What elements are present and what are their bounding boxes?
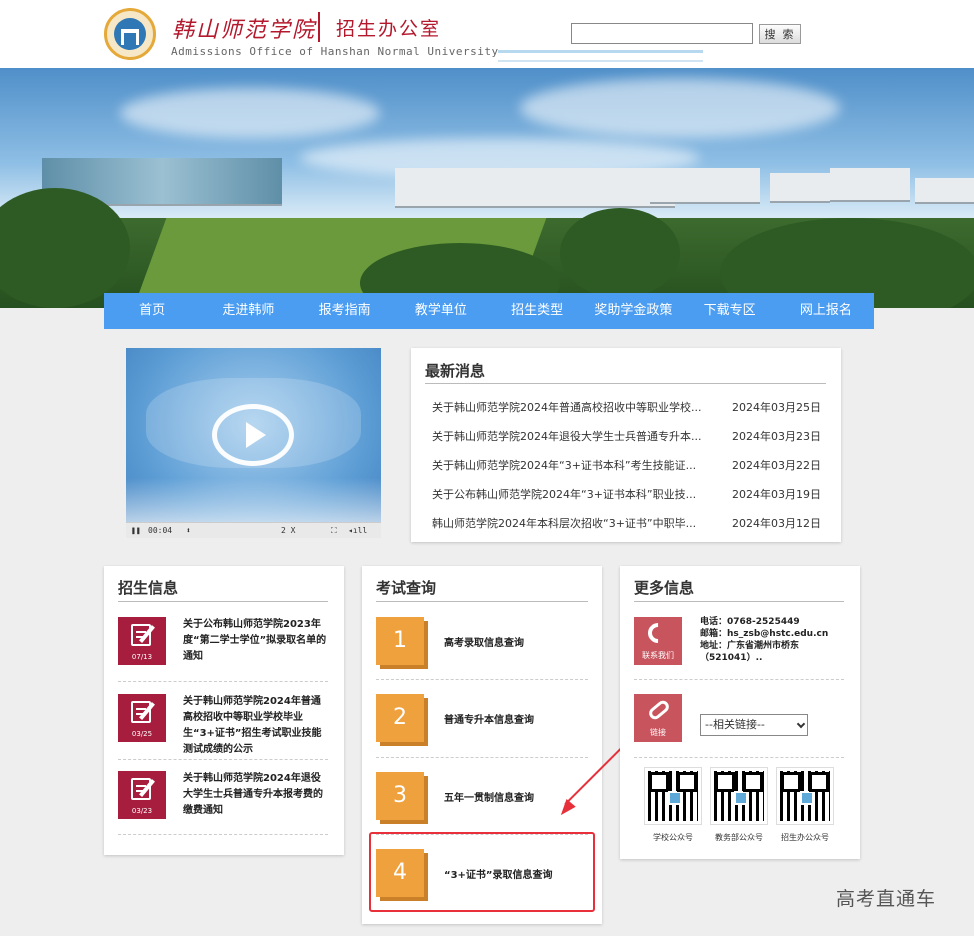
main-nav: 首页 走进韩师 报考指南 教学单位 招生类型 奖助学金政策 下载专区 网上报名 xyxy=(104,293,874,329)
video-time: 00:04 xyxy=(148,526,173,535)
chevron-down-icon xyxy=(796,719,806,729)
nav-online-registration[interactable]: 网上报名 xyxy=(778,293,874,329)
nav-scholarships[interactable]: 奖助学金政策 xyxy=(585,293,681,329)
nav-about[interactable]: 走进韩师 xyxy=(200,293,296,329)
qr-code-academic xyxy=(710,767,768,825)
qr-code-admissions xyxy=(776,767,834,825)
item-divider xyxy=(118,834,328,835)
logo-divider xyxy=(318,12,320,42)
news-item[interactable]: 关于韩山师范学院2024年退役大学生士兵普通专升本... 2024年03月23日 xyxy=(432,426,821,446)
item-divider xyxy=(376,679,588,680)
news-item[interactable]: 关于韩山师范学院2024年普通高校招收中等职业学校... 2024年03月25日 xyxy=(432,397,821,417)
search-button[interactable]: 搜 索 xyxy=(759,24,801,44)
nav-home[interactable]: 首页 xyxy=(104,293,200,329)
item-divider xyxy=(634,679,844,680)
playback-speed[interactable]: 2 X xyxy=(281,526,295,535)
admissions-item[interactable]: 03/23 关于韩山师范学院2024年退役大学生士兵普通专升本报考费的缴费通知 xyxy=(118,771,328,843)
nav-guide[interactable]: 报考指南 xyxy=(297,293,393,329)
panel-divider xyxy=(376,601,588,602)
admissions-info-title: 招生信息 xyxy=(118,579,179,597)
university-name-cn: 韩山师范学院 xyxy=(172,18,317,43)
admissions-item[interactable]: 07/13 关于公布韩山师范学院2023年度“第二学士学位”拟录取名单的通知 xyxy=(118,617,328,689)
pause-icon[interactable]: ❚❚ xyxy=(131,526,141,535)
header-decor-line xyxy=(498,50,703,53)
news-item[interactable]: 韩山师范学院2024年本科层次招收“3+证书”中职毕... 2024年03月12日 xyxy=(432,513,821,533)
campus-banner-image xyxy=(0,68,974,308)
nav-downloads[interactable]: 下载专区 xyxy=(682,293,778,329)
office-name: 招生办公室 xyxy=(336,18,442,40)
contact-phone: 电话：0768-2525449 xyxy=(700,617,800,627)
office-name-en: Admissions Office of Hanshan Normal Univ… xyxy=(171,45,499,58)
watermark-text: 高考直通车 xyxy=(836,888,937,910)
panel-divider xyxy=(425,383,826,384)
panel-divider xyxy=(118,601,328,602)
exam-query-3plus-certificate[interactable]: 4 “3+证书”录取信息查询 xyxy=(376,849,588,909)
panel-divider xyxy=(634,601,844,602)
qr-caption: 教务部公众号 xyxy=(715,833,763,842)
volume-icon[interactable]: ◂ıll xyxy=(348,526,367,535)
exam-query-title: 考试查询 xyxy=(376,579,437,597)
exam-query-gaokao[interactable]: 1 高考录取信息查询 xyxy=(376,617,588,677)
nav-departments[interactable]: 教学单位 xyxy=(393,293,489,329)
news-item[interactable]: 关于韩山师范学院2024年“3+证书本科”考生技能证... 2024年03月22日 xyxy=(432,455,821,475)
link-icon xyxy=(646,698,672,722)
admissions-item[interactable]: 03/25 关于韩山师范学院2024年普通高校招收中等职业学校毕业生“3+证书”… xyxy=(118,694,328,766)
play-icon[interactable] xyxy=(246,422,266,448)
fullscreen-icon[interactable]: ⛶ xyxy=(331,526,337,536)
item-divider xyxy=(118,681,328,682)
exam-query-zhuanshengben[interactable]: 2 普通专升本信息查询 xyxy=(376,694,588,754)
more-info-title: 更多信息 xyxy=(634,579,695,597)
contact-us-button[interactable]: 联系我们 xyxy=(634,617,682,665)
seek-handle[interactable]: ⬍ xyxy=(186,526,191,535)
contact-address: 地址：广东省潮州市桥东（521041）.. xyxy=(700,641,800,663)
header-decor-line xyxy=(498,60,703,62)
contact-details: 电话：0768-2525449 邮箱：hs_zsb@hstc.edu.cn 地址… xyxy=(700,616,850,664)
document-edit-icon: 03/25 xyxy=(118,694,166,742)
latest-news-title: 最新消息 xyxy=(425,362,486,380)
latest-news-panel: 最新消息 关于韩山师范学院2024年普通高校招收中等职业学校... 2024年03… xyxy=(411,348,841,542)
item-divider xyxy=(634,757,844,758)
qr-caption: 学校公众号 xyxy=(653,833,693,842)
document-edit-icon: 03/23 xyxy=(118,771,166,819)
related-links-select[interactable]: --相关链接-- xyxy=(700,714,808,736)
search-input[interactable] xyxy=(571,23,753,44)
exam-query-panel: 考试查询 1 高考录取信息查询 2 普通专升本信息查询 3 五年一贯制信息查询 4 “3… xyxy=(362,566,602,924)
qr-code-school xyxy=(644,767,702,825)
nav-admission-types[interactable]: 招生类型 xyxy=(489,293,585,329)
qr-caption: 招生办公众号 xyxy=(781,833,829,842)
item-divider xyxy=(376,757,588,758)
more-info-panel: 更多信息 联系我们 电话：0768-2525449 邮箱：hs_zsb@hstc… xyxy=(620,566,860,859)
item-divider xyxy=(376,834,588,835)
university-seal-logo[interactable] xyxy=(104,8,156,60)
news-item[interactable]: 关于公布韩山师范学院2024年“3+证书本科”职业技... 2024年03月19日 xyxy=(432,484,821,504)
exam-query-five-year[interactable]: 3 五年一贯制信息查询 xyxy=(376,772,588,832)
links-button[interactable]: 链接 xyxy=(634,694,682,742)
site-header: 韩山师范学院 招生办公室 Admissions Office of Hansha… xyxy=(0,0,974,68)
item-divider xyxy=(118,759,328,760)
video-player[interactable] xyxy=(126,348,381,538)
contact-email: 邮箱：hs_zsb@hstc.edu.cn xyxy=(700,629,829,639)
admissions-info-panel: 招生信息 07/13 关于公布韩山师范学院2023年度“第二学士学位”拟录取名单… xyxy=(104,566,344,855)
video-controls: ❚❚ 00:04 ⬍ 2 X ⛶ ◂ıll xyxy=(126,522,381,538)
document-edit-icon: 07/13 xyxy=(118,617,166,665)
phone-icon xyxy=(643,618,673,648)
